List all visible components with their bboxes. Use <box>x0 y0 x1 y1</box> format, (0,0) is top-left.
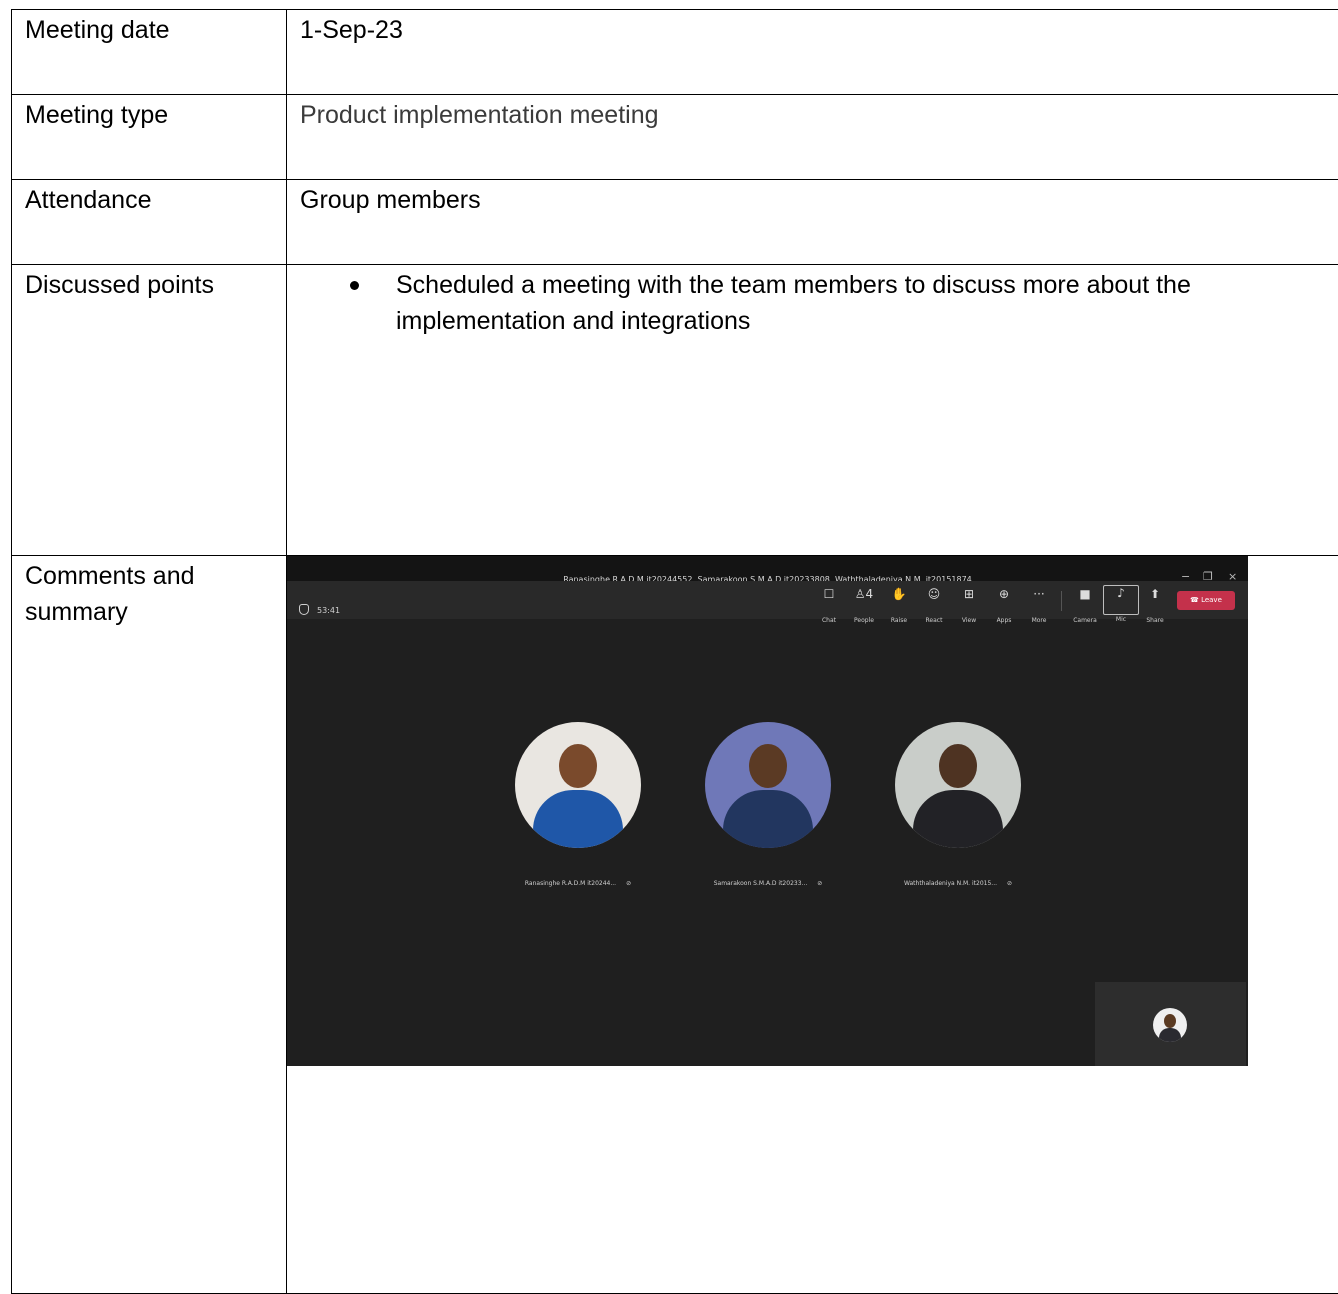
people-button: ♙4 People <box>847 587 881 639</box>
mic-icon: ♪ <box>1104 586 1138 600</box>
toolbar-label: Apps <box>987 603 1021 639</box>
leave-button: ☎ Leave <box>1177 591 1235 610</box>
meeting-minutes-table: Meeting date 1-Sep-23 Meeting type Produ… <box>11 9 1338 1294</box>
view-icon: ⊞ <box>952 587 986 601</box>
attendance-value: Group members <box>287 180 1338 265</box>
teams-meeting-screenshot: Ranasinghe R.A.D.M it20244552, Samarakoo… <box>287 556 1248 1066</box>
more-button: ··· More <box>1022 587 1056 639</box>
toolbar-label: Raise <box>882 603 916 639</box>
row-attendance: Attendance Group members <box>12 180 1338 265</box>
participant-tile: Ranasinghe R.A.D.M it20244...⊘ <box>478 722 678 902</box>
view-button: ⊞ View <box>952 587 986 639</box>
self-view-tile <box>1095 982 1246 1066</box>
participant-name: Samarakoon S.M.A.D it20233...⊘ <box>668 866 868 902</box>
timer-value: 53:41 <box>317 606 340 615</box>
meeting-date-value: 1-Sep-23 <box>287 10 1338 95</box>
mic-muted-icon: ⊘ <box>626 880 631 887</box>
chat-button: ☐ Chat <box>812 587 846 639</box>
toolbar-label: People <box>847 603 881 639</box>
mic-button: ♪Mic <box>1103 585 1139 615</box>
list-item: Scheduled a meeting with the team member… <box>396 267 1338 339</box>
attendance-label: Attendance <box>12 180 287 265</box>
shield-icon <box>299 604 309 615</box>
react-icon: ☺ <box>917 587 951 601</box>
row-meeting-date: Meeting date 1-Sep-23 <box>12 10 1338 95</box>
raise-button: ✋ Raise <box>882 587 916 639</box>
avatar <box>515 722 641 848</box>
avatar <box>895 722 1021 848</box>
phone-icon: ☎ <box>1190 596 1201 604</box>
camera-icon: ■ <box>1068 587 1102 601</box>
meeting-date-label: Meeting date <box>12 10 287 95</box>
participant-name: Ranasinghe R.A.D.M it20244...⊘ <box>478 866 678 902</box>
react-button: ☺ React <box>917 587 951 639</box>
camera-button: ■ Camera <box>1068 587 1102 639</box>
share-icon: ⬆ <box>1138 587 1172 601</box>
apps-icon: ⊕ <box>987 587 1021 601</box>
row-comments-summary: Comments and summary Ranasinghe R.A.D.M … <box>12 556 1338 1294</box>
self-avatar <box>1153 1008 1187 1042</box>
more-icon: ··· <box>1022 587 1056 601</box>
toolbar-label: Mic <box>1104 602 1138 638</box>
meeting-timer: 53:41 <box>299 593 340 629</box>
toolbar-label: Camera <box>1068 603 1102 639</box>
apps-button: ⊕ Apps <box>987 587 1021 639</box>
teams-toolbar: 53:41 ☐Chat♙4People✋Raise☺React⊞View⊕App… <box>287 581 1248 619</box>
toolbar-label: View <box>952 603 986 639</box>
participant-name: Waththaladeniya N.M. it2015...⊘ <box>858 866 1058 902</box>
raise-hand-icon: ✋ <box>882 587 916 601</box>
toolbar-label: Chat <box>812 603 846 639</box>
toolbar-separator <box>1061 591 1062 611</box>
share-button: ⬆ Share <box>1138 587 1172 639</box>
row-discussed-points: Discussed points Scheduled a meeting wit… <box>12 265 1338 556</box>
meeting-type-label: Meeting type <box>12 95 287 180</box>
comments-summary-value: Ranasinghe R.A.D.M it20244552, Samarakoo… <box>287 556 1338 1294</box>
toolbar-label: React <box>917 603 951 639</box>
comments-summary-label: Comments and summary <box>12 556 287 1294</box>
meeting-type-value: Product implementation meeting <box>287 95 1338 180</box>
avatar <box>705 722 831 848</box>
participant-tile: Samarakoon S.M.A.D it20233...⊘ <box>668 722 868 902</box>
toolbar-label: Share <box>1138 603 1172 639</box>
discussed-points-label: Discussed points <box>12 265 287 556</box>
chat-icon: ☐ <box>812 587 846 601</box>
teams-titlebar: Ranasinghe R.A.D.M it20244552, Samarakoo… <box>287 556 1248 581</box>
mic-muted-icon: ⊘ <box>817 880 822 887</box>
participant-tile: Waththaladeniya N.M. it2015...⊘ <box>858 722 1058 902</box>
people-icon: ♙4 <box>847 587 881 601</box>
mic-muted-icon: ⊘ <box>1007 880 1012 887</box>
toolbar-label: More <box>1022 603 1056 639</box>
row-meeting-type: Meeting type Product implementation meet… <box>12 95 1338 180</box>
discussed-points-value: Scheduled a meeting with the team member… <box>287 265 1338 556</box>
leave-label: Leave <box>1201 596 1222 604</box>
discussed-points-list: Scheduled a meeting with the team member… <box>300 267 1338 339</box>
